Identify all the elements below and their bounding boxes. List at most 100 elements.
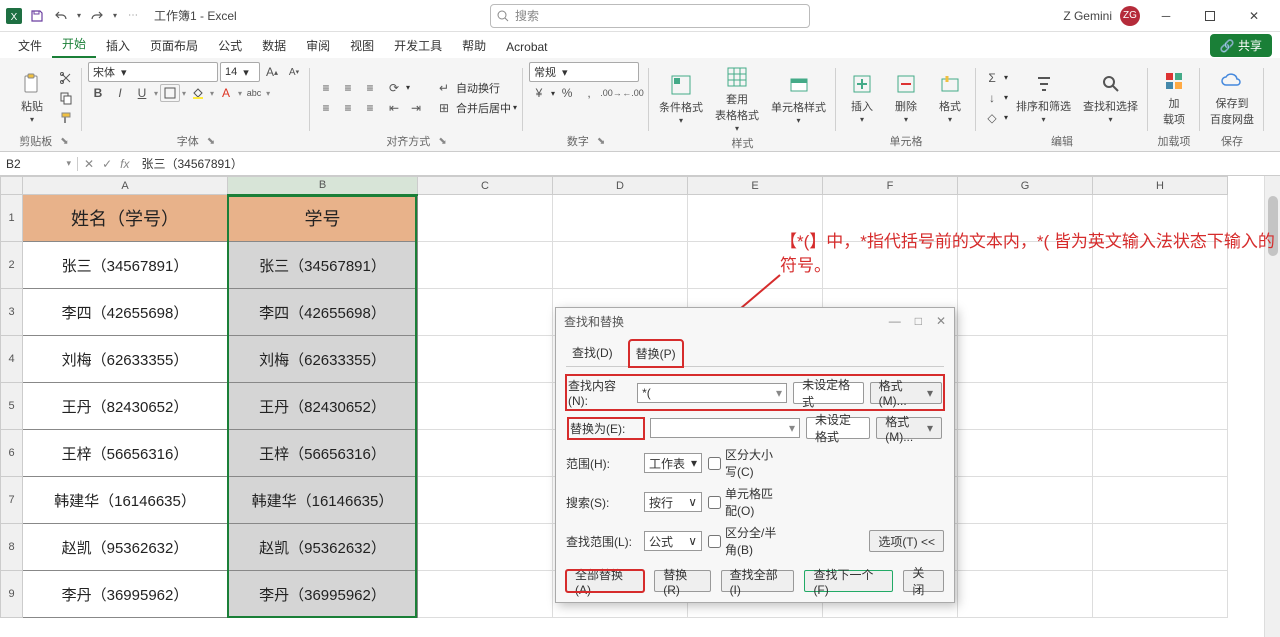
cell[interactable]: 赵凯（95362632） — [228, 524, 418, 571]
clear-button[interactable]: ◇▾ — [982, 109, 1008, 127]
row-header[interactable]: 3 — [1, 289, 23, 336]
orientation-icon[interactable]: ⟳ — [384, 79, 404, 97]
fill-color-button[interactable] — [188, 84, 208, 102]
number-format-dropdown[interactable]: 常规▾ — [529, 62, 639, 82]
increase-indent-icon[interactable]: ⇥ — [406, 99, 426, 117]
row-header[interactable]: 9 — [1, 571, 23, 618]
replace-format-button[interactable]: 格式(M)... — [876, 417, 942, 439]
cell[interactable]: 李丹（36995962） — [23, 571, 228, 618]
delete-cells-button[interactable]: 删除▾ — [886, 69, 926, 126]
font-color-button[interactable]: A — [216, 84, 236, 102]
cell[interactable]: 张三（34567891） — [23, 242, 228, 289]
share-button[interactable]: 🔗 共享 — [1210, 34, 1272, 57]
dialog-launcher-icon[interactable]: ⬊ — [597, 136, 605, 147]
cell[interactable]: 王梓（56656316） — [23, 430, 228, 477]
find-select-button[interactable]: 查找和选择▾ — [1079, 69, 1142, 126]
match-case-checkbox[interactable]: 区分大小写(C) — [708, 446, 780, 480]
row-header[interactable]: 5 — [1, 383, 23, 430]
save-baidu-button[interactable]: 保存到 百度网盘 — [1206, 66, 1258, 129]
tab-developer[interactable]: 开发工具 — [384, 33, 452, 58]
font-size-dropdown[interactable]: 14▾ — [220, 62, 260, 82]
tab-replace[interactable]: 替换(P) — [629, 340, 683, 367]
row-header[interactable]: 4 — [1, 336, 23, 383]
col-header[interactable]: B — [228, 177, 418, 195]
dialog-close-icon[interactable]: ✕ — [936, 314, 946, 328]
italic-button[interactable]: I — [110, 84, 130, 102]
fx-icon[interactable]: fx — [120, 157, 129, 171]
dialog-maximize-icon[interactable]: □ — [915, 314, 922, 328]
replace-input[interactable]: ▾ — [650, 418, 800, 438]
save-icon[interactable] — [26, 5, 48, 27]
close-dialog-button[interactable]: 关闭 — [903, 570, 944, 592]
dialog-launcher-icon[interactable]: ⬊ — [207, 136, 215, 147]
find-next-button[interactable]: 查找下一个(F) — [804, 570, 893, 592]
increase-font-icon[interactable]: A▴ — [262, 63, 282, 81]
maximize-button[interactable] — [1192, 2, 1228, 30]
align-center-icon[interactable]: ≡ — [338, 99, 358, 117]
cell[interactable]: 李四（42655698） — [23, 289, 228, 336]
bold-button[interactable]: B — [88, 84, 108, 102]
tab-home[interactable]: 开始 — [52, 31, 96, 58]
cell[interactable]: 学号 — [228, 195, 418, 242]
comma-format-icon[interactable]: , — [579, 84, 599, 102]
redo-dropdown-icon[interactable]: ▾ — [110, 5, 120, 27]
close-button[interactable]: ✕ — [1236, 2, 1272, 30]
match-entire-checkbox[interactable]: 单元格匹配(O) — [708, 485, 780, 519]
match-width-checkbox[interactable]: 区分全/半角(B) — [708, 524, 780, 558]
tab-pagelayout[interactable]: 页面布局 — [140, 33, 208, 58]
col-header[interactable]: F — [823, 177, 958, 195]
align-left-icon[interactable]: ≡ — [316, 99, 336, 117]
font-name-dropdown[interactable]: 宋体▾ — [88, 62, 218, 82]
tab-help[interactable]: 帮助 — [452, 33, 496, 58]
qat-customize-icon[interactable]: ⋯ — [122, 5, 144, 27]
decrease-font-icon[interactable]: A▾ — [284, 63, 304, 81]
align-top-icon[interactable]: ≡ — [316, 79, 336, 97]
user-avatar[interactable]: ZG — [1120, 6, 1140, 26]
border-button[interactable] — [160, 84, 180, 102]
lookin-dropdown[interactable]: 公式∨ — [644, 531, 702, 551]
cell[interactable]: 王丹（82430652） — [228, 383, 418, 430]
wrap-text-button[interactable]: ↵自动换行 — [434, 79, 517, 97]
cell[interactable]: 赵凯（95362632） — [23, 524, 228, 571]
cell[interactable]: 刘梅（62633355） — [23, 336, 228, 383]
find-all-button[interactable]: 查找全部(I) — [721, 570, 795, 592]
phonetic-button[interactable]: abc — [244, 84, 264, 102]
format-as-table-button[interactable]: 套用 表格格式▾ — [711, 62, 763, 135]
row-header[interactable]: 2 — [1, 242, 23, 289]
find-format-button[interactable]: 格式(M)... — [870, 382, 942, 404]
addins-button[interactable]: 加 载项 — [1154, 66, 1194, 129]
col-header[interactable]: A — [23, 177, 228, 195]
autosum-button[interactable]: Σ▾ — [982, 69, 1008, 87]
row-header[interactable]: 6 — [1, 430, 23, 477]
cell[interactable]: 刘梅（62633355） — [228, 336, 418, 383]
minimize-button[interactable]: ─ — [1148, 2, 1184, 30]
cell-styles-button[interactable]: 单元格样式▾ — [767, 70, 830, 127]
replace-all-button[interactable]: 全部替换(A) — [566, 570, 644, 592]
fill-button[interactable]: ↓▾ — [982, 89, 1008, 107]
cell[interactable]: 张三（34567891） — [228, 242, 418, 289]
cell[interactable]: 王丹（82430652） — [23, 383, 228, 430]
dialog-minimize-icon[interactable]: — — [889, 314, 901, 328]
redo-icon[interactable] — [86, 5, 108, 27]
select-all-corner[interactable] — [1, 177, 23, 195]
copy-icon[interactable] — [56, 89, 76, 107]
align-right-icon[interactable]: ≡ — [360, 99, 380, 117]
dialog-launcher-icon[interactable]: ⬊ — [60, 136, 68, 147]
merge-center-button[interactable]: ⊞合并后居中▾ — [434, 99, 517, 117]
underline-button[interactable]: U — [132, 84, 152, 102]
undo-icon[interactable] — [50, 5, 72, 27]
cut-icon[interactable] — [56, 69, 76, 87]
col-header[interactable]: H — [1093, 177, 1228, 195]
row-header[interactable]: 1 — [1, 195, 23, 242]
tab-acrobat[interactable]: Acrobat — [496, 36, 557, 58]
cell[interactable]: 李四（42655698） — [228, 289, 418, 336]
cell[interactable]: 韩建华（16146635） — [228, 477, 418, 524]
increase-decimal-icon[interactable]: .00→ — [601, 84, 621, 102]
row-header[interactable]: 7 — [1, 477, 23, 524]
replace-one-button[interactable]: 替换(R) — [654, 570, 710, 592]
cell[interactable]: 李丹（36995962） — [228, 571, 418, 618]
tab-data[interactable]: 数据 — [252, 33, 296, 58]
cell[interactable]: 王梓（56656316） — [228, 430, 418, 477]
dialog-launcher-icon[interactable]: ⬊ — [438, 136, 446, 147]
percent-format-icon[interactable]: % — [557, 84, 577, 102]
